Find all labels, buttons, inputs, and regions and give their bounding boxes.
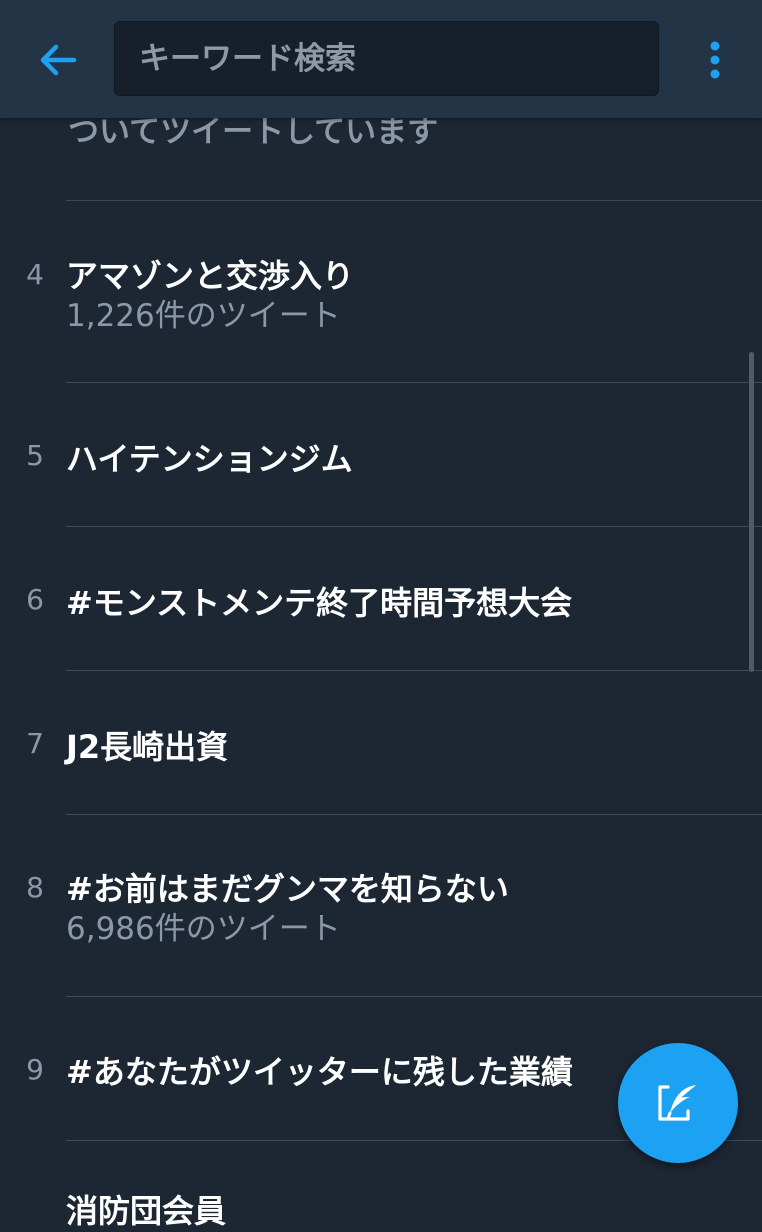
- search-input[interactable]: [115, 22, 658, 95]
- search-box[interactable]: [114, 21, 659, 96]
- trend-rank: 7: [26, 727, 44, 760]
- trend-item-5[interactable]: 5 ハイテンションジム: [0, 383, 762, 526]
- trend-rank: 5: [26, 439, 44, 472]
- trend-rank: 9: [26, 1053, 44, 1086]
- top-app-bar: [0, 0, 762, 118]
- trend-tweet-count: 1,226件のツイート: [66, 298, 341, 334]
- compose-tweet-button[interactable]: [618, 1043, 738, 1163]
- trend-title: #あなたがツイッターに残した業績: [66, 1053, 573, 1091]
- more-options-button[interactable]: [694, 34, 736, 86]
- back-button[interactable]: [30, 34, 86, 86]
- trend-rank: 8: [26, 871, 44, 904]
- compose-tweet-icon: [658, 1085, 696, 1121]
- trend-title: J2長崎出資: [66, 728, 229, 766]
- trend-title: ハイテンションジム: [66, 440, 353, 478]
- more-vertical-icon: [710, 41, 720, 79]
- scrollbar-thumb[interactable]: [749, 352, 754, 672]
- trend-item-6[interactable]: 6 #モンストメンテ終了時間予想大会: [0, 527, 762, 670]
- trend-item-4[interactable]: 4 アマゾンと交渉入り 1,226件のツイート: [0, 201, 762, 382]
- trend-rank: 4: [26, 258, 44, 291]
- trend-tweet-count: 6,986件のツイート: [66, 911, 341, 947]
- trend-title-partial[interactable]: 消防団会員: [66, 1186, 226, 1232]
- trend-title: #モンストメンテ終了時間予想大会: [66, 584, 573, 622]
- trends-list[interactable]: ついてツイートしています 4 アマゾンと交渉入り 1,226件のツイート 5 ハ…: [0, 0, 762, 1230]
- trend-rank: 6: [26, 583, 44, 616]
- trend-item-7[interactable]: 7 J2長崎出資: [0, 671, 762, 814]
- trend-item-8[interactable]: 8 #お前はまだグンマを知らない 6,986件のツイート: [0, 815, 762, 996]
- arrow-left-icon: [40, 44, 77, 76]
